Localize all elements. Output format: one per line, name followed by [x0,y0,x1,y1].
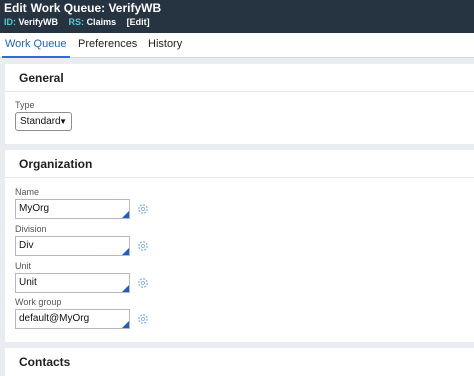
id-value: VerifyWB [18,17,59,27]
edit-ruleset-link[interactable]: [Edit] [127,17,150,27]
field-corner-icon [122,248,129,255]
chevron-down-icon: ▼ [59,117,67,126]
unit-field-value: Unit [19,277,37,288]
record-meta: ID: VerifyWB RS: Claims [Edit] [4,17,158,27]
workgroup-field-value: default@MyOrg [19,313,90,324]
header-bar: Edit Work Queue: VerifyWB ID: VerifyWB RS… [0,0,474,33]
edit-label: Edit [4,1,27,15]
field-corner-icon [122,211,129,218]
field-corner-icon [122,285,129,292]
name-label: Name [15,187,40,197]
contacts-heading: Contacts [19,355,71,369]
tab-work-queue[interactable]: Work Queue [2,33,70,58]
organization-heading: Organization [5,150,474,178]
division-label: Division [15,224,47,234]
division-field[interactable]: Div [15,236,130,256]
general-section: General Type Standard ▼ [5,64,474,144]
workgroup-field[interactable]: default@MyOrg [15,309,130,329]
field-corner-icon [122,321,129,328]
workgroup-label: Work group [15,297,62,307]
rs-value: Claims [86,17,117,27]
record-title: Work Queue: VerifyWB [30,1,162,15]
settings-icon[interactable] [137,313,149,325]
name-field-value: MyOrg [19,203,49,214]
tab-history[interactable]: History [148,33,182,58]
settings-icon[interactable] [137,277,149,289]
division-field-value: Div [19,240,34,251]
settings-icon[interactable] [137,240,149,252]
unit-field[interactable]: Unit [15,273,130,293]
type-label: Type [15,100,35,110]
id-key: ID: [4,17,16,27]
organization-section: Organization Name MyOrg Division Div Uni… [5,150,474,342]
type-select-value: Standard [20,116,61,127]
name-field[interactable]: MyOrg [15,199,130,219]
unit-label: Unit [15,261,32,271]
rs-key: RS: [68,17,85,27]
page-title: Edit Work Queue: VerifyWB [4,1,161,15]
tab-bar: Work Queue Preferences History [0,33,474,58]
general-heading: General [5,64,474,92]
tab-preferences[interactable]: Preferences [78,33,137,58]
contacts-section: Contacts [5,348,474,376]
type-select[interactable]: Standard ▼ [15,112,72,131]
settings-icon[interactable] [137,203,149,215]
